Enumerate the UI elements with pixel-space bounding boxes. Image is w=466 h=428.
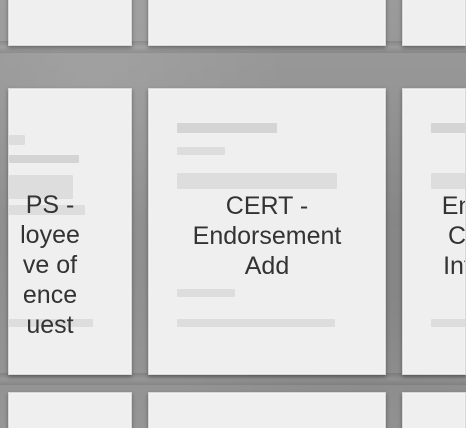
document-line: [177, 147, 225, 155]
document-line: [177, 123, 277, 133]
document-line: [177, 289, 235, 297]
document-line: [9, 135, 25, 145]
card-top-left[interactable]: [8, 0, 132, 46]
document-line: [177, 173, 337, 189]
card-top-center[interactable]: [148, 0, 386, 46]
document-line: [431, 173, 465, 189]
form-card-right[interactable]: En C Inf: [402, 88, 466, 375]
card-bottom-right[interactable]: [402, 392, 466, 428]
tiled-form-browser: PS - loyee ve of ence uest CERT - Endors…: [0, 0, 466, 428]
document-line: [177, 319, 335, 327]
form-card-left[interactable]: PS - loyee ve of ence uest: [8, 88, 132, 375]
card-bottom-center[interactable]: [148, 392, 386, 428]
document-line: [431, 319, 465, 327]
form-card-center-title: CERT - Endorsement Add: [192, 192, 342, 280]
form-card-right-title: En C Inf: [441, 192, 466, 280]
card-bottom-left[interactable]: [8, 392, 132, 428]
form-card-left-title: PS - loyee ve of ence uest: [20, 191, 80, 339]
document-line: [431, 123, 465, 133]
card-top-right[interactable]: [402, 0, 466, 46]
document-line: [9, 155, 79, 163]
form-card-center[interactable]: CERT - Endorsement Add: [148, 88, 386, 375]
